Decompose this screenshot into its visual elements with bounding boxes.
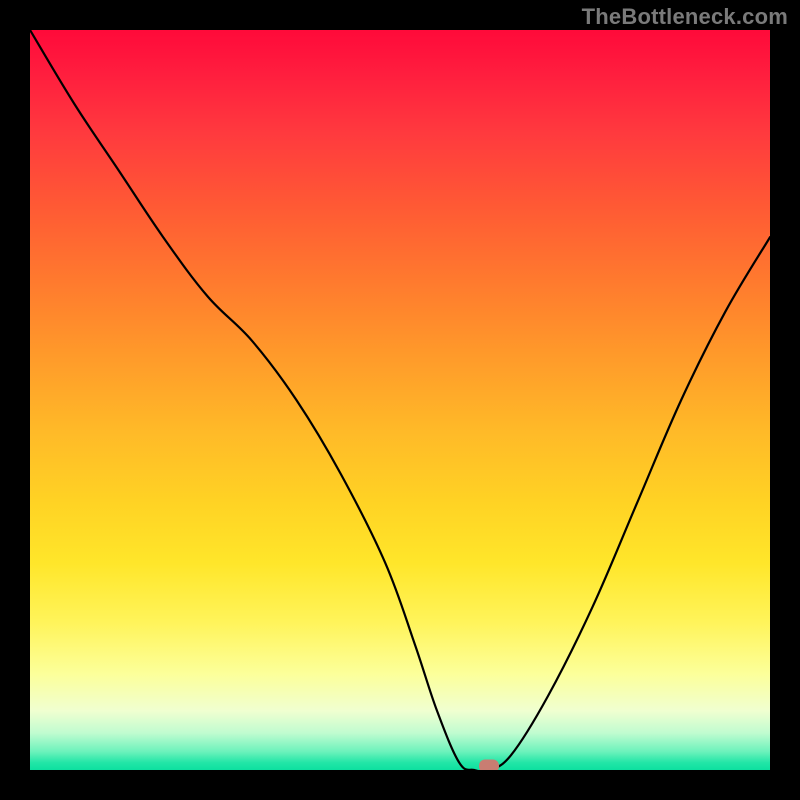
- bottleneck-curve-path: [30, 30, 770, 770]
- optimal-point-marker: [479, 759, 499, 770]
- bottleneck-curve-svg: [30, 30, 770, 770]
- watermark-text: TheBottleneck.com: [582, 4, 788, 30]
- plot-area: [30, 30, 770, 770]
- chart-frame: TheBottleneck.com: [0, 0, 800, 800]
